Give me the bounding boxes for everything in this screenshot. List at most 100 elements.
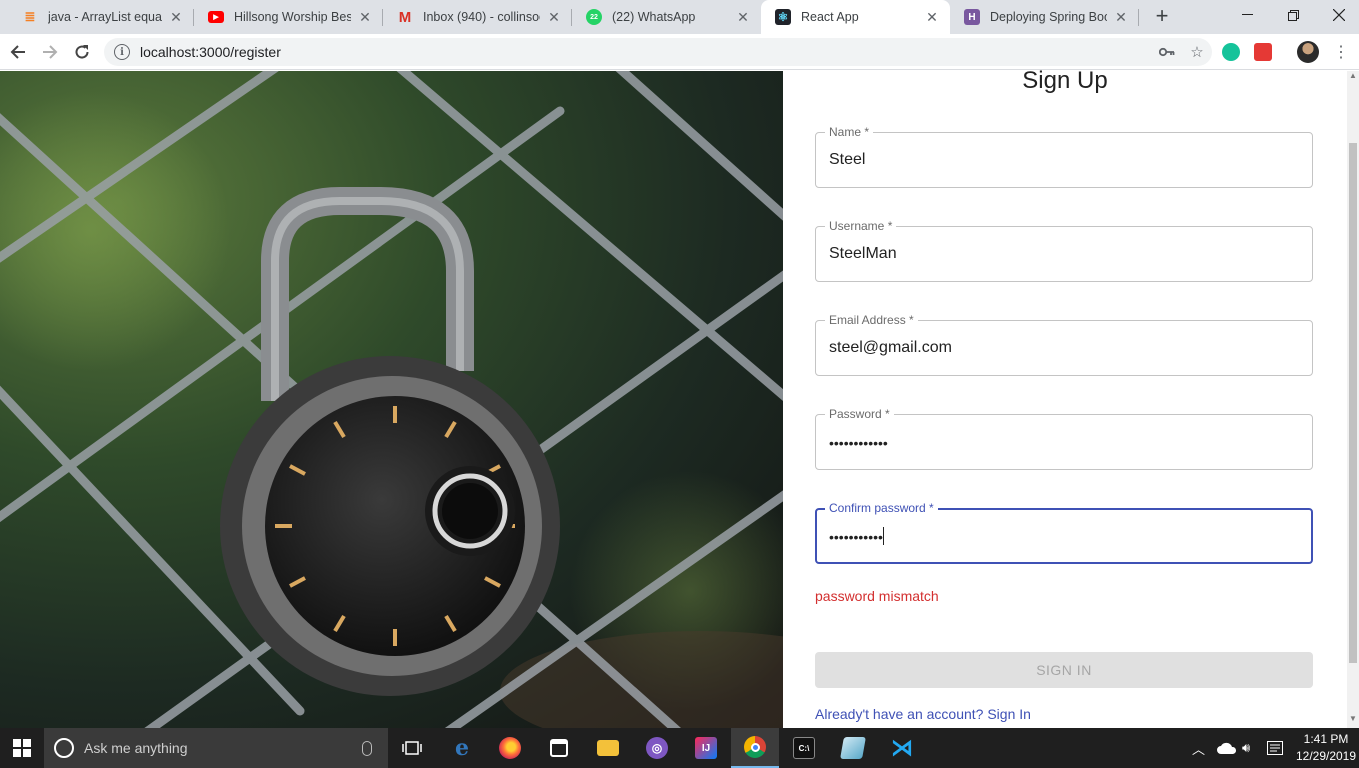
tab-separator xyxy=(1138,9,1139,26)
confirm-password-input[interactable]: ••••••••••• xyxy=(829,527,1299,545)
tab-stackoverflow[interactable]: ≣ java - ArrayList equality ✕ xyxy=(8,0,194,34)
task-view-button[interactable] xyxy=(388,728,436,768)
taskbar-file-explorer[interactable] xyxy=(584,728,632,768)
tab-whatsapp[interactable]: 22 (22) WhatsApp ✕ xyxy=(572,0,761,34)
volume-icon[interactable]: 🔊︎ xyxy=(1242,728,1250,768)
tab-title: React App xyxy=(801,10,859,24)
app-icon: ◎ xyxy=(646,737,668,759)
microphone-icon[interactable] xyxy=(362,740,372,756)
close-icon[interactable]: ✕ xyxy=(924,9,940,26)
tab-heroku[interactable]: H Deploying Spring Boot ✕ xyxy=(950,0,1139,34)
show-hidden-icons[interactable]: ︿ xyxy=(1192,728,1205,768)
clock-time: 1:41 PM xyxy=(1303,732,1349,746)
back-button[interactable] xyxy=(5,39,31,65)
start-button[interactable] xyxy=(0,728,44,768)
taskbar-terminal[interactable]: C:\ xyxy=(780,728,828,768)
taskbar-edge[interactable]: e xyxy=(438,728,486,768)
youtube-icon: ▶ xyxy=(208,11,224,23)
firefox-icon xyxy=(499,737,521,759)
confirm-password-label: Confirm password * xyxy=(825,501,938,515)
name-input[interactable]: Steel xyxy=(829,151,1299,169)
close-icon[interactable]: ✕ xyxy=(357,9,373,26)
taskbar-chrome[interactable] xyxy=(731,728,779,768)
search-placeholder: Ask me anything xyxy=(84,740,188,756)
taskbar-intellij[interactable]: IJ xyxy=(682,728,730,768)
action-center-icon[interactable] xyxy=(1267,728,1283,768)
avatar[interactable] xyxy=(1297,41,1319,63)
taskbar-app[interactable]: ◎ xyxy=(633,728,681,768)
arrow-right-icon xyxy=(43,45,58,59)
reload-button[interactable] xyxy=(69,39,95,65)
text-caret xyxy=(882,527,884,545)
stackoverflow-icon: ≣ xyxy=(24,9,36,24)
close-icon[interactable]: ✕ xyxy=(1113,9,1129,26)
taskbar-store[interactable] xyxy=(535,728,583,768)
intellij-icon: IJ xyxy=(695,737,717,759)
confirm-password-field[interactable]: Confirm password * ••••••••••• xyxy=(815,501,1313,564)
minimize-button[interactable] xyxy=(1224,0,1270,30)
name-field[interactable]: Name * Steel xyxy=(815,125,1313,188)
chevron-up-icon: ︿ xyxy=(1192,741,1206,757)
windows-icon xyxy=(13,739,31,757)
email-input[interactable]: steel@gmail.com xyxy=(829,339,1299,357)
tab-title: Hillsong Worship Best P xyxy=(234,10,351,24)
tab-youtube[interactable]: ▶ Hillsong Worship Best P ✕ xyxy=(194,0,383,34)
tab-gmail[interactable]: M Inbox (940) - collinsoch ✕ xyxy=(383,0,572,34)
username-field[interactable]: Username * SteelMan xyxy=(815,219,1313,282)
close-icon[interactable]: ✕ xyxy=(735,9,751,26)
address-bar[interactable]: i localhost:3000/register ☆ xyxy=(104,38,1212,66)
scrollbar-thumb[interactable] xyxy=(1349,143,1357,663)
react-icon: ⚛ xyxy=(775,9,791,25)
extension-icon[interactable] xyxy=(1254,43,1272,61)
name-label: Name * xyxy=(825,125,874,139)
url-text[interactable]: localhost:3000/register xyxy=(140,44,1152,60)
grammarly-icon[interactable] xyxy=(1222,43,1240,61)
key-icon[interactable] xyxy=(1152,44,1182,61)
system-clock[interactable]: 1:41 PM 12/29/2019 xyxy=(1294,731,1358,765)
page-scrollbar[interactable]: ▲ ▼ xyxy=(1347,71,1359,728)
restore-icon xyxy=(1287,9,1299,21)
error-message: password mismatch xyxy=(815,588,939,604)
cortana-search[interactable]: Ask me anything xyxy=(44,728,388,768)
scroll-down-icon[interactable]: ▼ xyxy=(1347,714,1359,728)
restore-button[interactable] xyxy=(1270,0,1316,30)
signin-link[interactable]: Already't have an account? Sign In xyxy=(815,706,1031,722)
gmail-icon: M xyxy=(398,8,412,26)
notepad-icon xyxy=(840,737,866,759)
info-icon[interactable]: i xyxy=(114,44,130,60)
terminal-icon: C:\ xyxy=(793,737,815,759)
tab-title: java - ArrayList equality xyxy=(48,10,162,24)
page-content: Sign Up Name * Steel Username * SteelMan… xyxy=(0,67,1359,728)
username-input[interactable]: SteelMan xyxy=(829,245,1299,263)
close-window-button[interactable] xyxy=(1316,0,1359,30)
tab-title: Deploying Spring Boot xyxy=(990,10,1107,24)
email-field[interactable]: Email Address * steel@gmail.com xyxy=(815,313,1313,376)
username-label: Username * xyxy=(825,219,897,233)
chrome-icon xyxy=(744,736,766,758)
heroku-icon: H xyxy=(964,9,980,25)
password-input[interactable]: •••••••••••• xyxy=(829,435,1299,451)
browser-tab-strip: ≣ java - ArrayList equality ✕ ▶ Hillsong… xyxy=(0,0,1359,34)
confirm-password-value: ••••••••••• xyxy=(829,529,883,545)
close-icon[interactable]: ✕ xyxy=(546,9,562,26)
cortana-icon xyxy=(54,738,74,758)
menu-button[interactable]: ⋮ xyxy=(1328,39,1354,65)
reload-icon xyxy=(75,45,89,59)
padlock-hero-image xyxy=(0,71,783,728)
taskbar-vscode[interactable]: ⋊ xyxy=(878,728,926,768)
close-icon[interactable]: ✕ xyxy=(168,9,184,26)
forward-button[interactable] xyxy=(37,39,63,65)
star-icon[interactable]: ☆ xyxy=(1182,43,1212,61)
page-title: Sign Up xyxy=(1022,67,1108,94)
signup-form: Sign Up Name * Steel Username * SteelMan… xyxy=(783,67,1347,728)
scroll-up-icon[interactable]: ▲ xyxy=(1347,71,1359,85)
tab-title: Inbox (940) - collinsoch xyxy=(423,10,540,24)
onedrive-icon[interactable] xyxy=(1217,728,1237,768)
password-label: Password * xyxy=(825,407,894,421)
password-field[interactable]: Password * •••••••••••• xyxy=(815,407,1313,470)
tab-react-app[interactable]: ⚛ React App ✕ xyxy=(761,0,950,34)
taskbar-notepad[interactable] xyxy=(829,728,877,768)
new-tab-button[interactable]: + xyxy=(1150,4,1174,28)
taskbar-firefox[interactable] xyxy=(486,728,534,768)
submit-button[interactable]: SIGN IN xyxy=(815,652,1313,688)
